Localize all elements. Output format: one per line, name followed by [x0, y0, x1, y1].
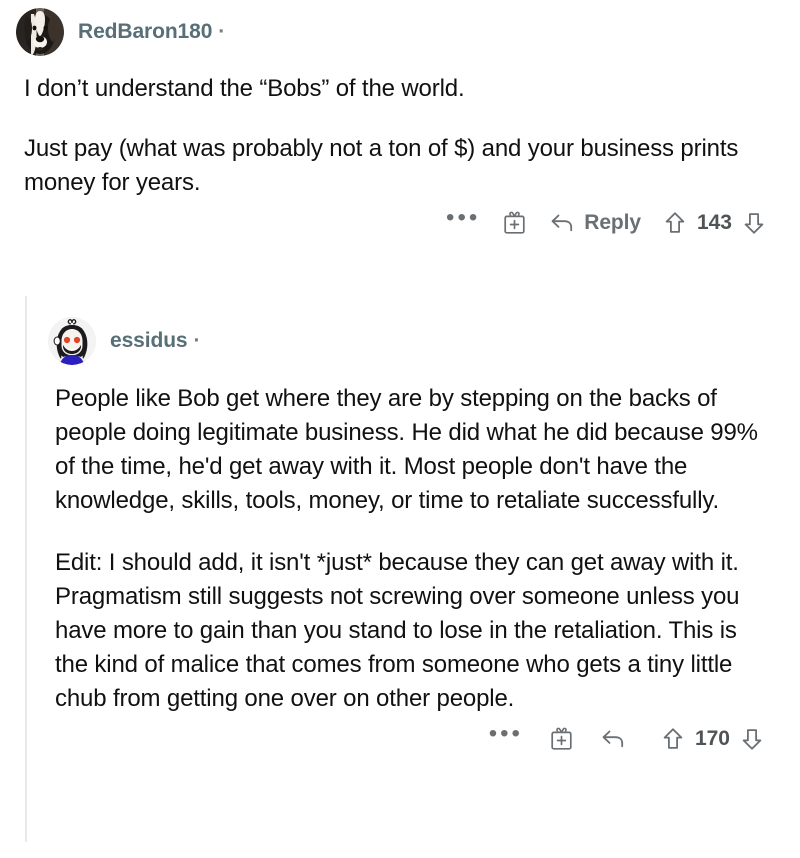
- upvote-arrow-icon[interactable]: [663, 210, 687, 236]
- reply-arrow-icon: [549, 211, 576, 235]
- root-more-options-button[interactable]: •••: [446, 204, 481, 233]
- gift-award-icon: [549, 726, 574, 752]
- comment-thread-screenshot: RedBaron180 · I don’t understand the “Bo…: [0, 0, 800, 858]
- reply-score: 170: [694, 727, 730, 750]
- reply-comment-body: People like Bob get where they are by st…: [0, 382, 800, 716]
- root-award-button[interactable]: [502, 210, 527, 236]
- downvote-arrow-icon[interactable]: [742, 210, 766, 236]
- reply-label: Reply: [584, 211, 641, 234]
- dog-photo-avatar[interactable]: [16, 8, 64, 56]
- root-meta-separator: ·: [218, 20, 226, 43]
- root-reply-button[interactable]: Reply: [549, 211, 641, 235]
- downvote-arrow-icon[interactable]: [740, 726, 764, 752]
- root-username[interactable]: RedBaron180: [78, 20, 212, 44]
- reply-username[interactable]: essidus: [110, 329, 188, 353]
- reply-action-bar: ••• 170: [0, 716, 800, 762]
- reply-comment-header: essidus ·: [0, 300, 800, 382]
- gift-award-icon: [502, 210, 527, 236]
- reply-award-button[interactable]: [549, 726, 574, 752]
- root-vote-group: 143: [663, 210, 766, 236]
- root-action-bar: ••• Reply 143: [0, 200, 800, 246]
- root-comment-body: I don’t understand the “Bobs” of the wor…: [0, 64, 800, 200]
- reply-paragraph: Edit: I should add, it isn't *just* beca…: [55, 549, 740, 712]
- reply-paragraph: People like Bob get where they are by st…: [55, 385, 758, 514]
- root-comment: RedBaron180 · I don’t understand the “Bo…: [0, 0, 800, 246]
- reply-more-options-button[interactable]: •••: [488, 720, 523, 749]
- root-paragraph: I don’t understand the “Bobs” of the wor…: [24, 75, 465, 102]
- reply-vote-group: 170: [661, 726, 764, 752]
- reply-comment: essidus · People like Bob get where they…: [0, 300, 800, 762]
- reply-arrow-icon: [600, 727, 627, 751]
- upvote-arrow-icon[interactable]: [661, 726, 685, 752]
- more-options-icon: •••: [446, 204, 481, 231]
- more-options-icon: •••: [488, 720, 523, 747]
- root-score: 143: [696, 211, 732, 234]
- snoo-bearded-avatar[interactable]: [48, 317, 96, 365]
- reply-meta-separator: ·: [193, 329, 201, 352]
- root-paragraph: Just pay (what was probably not a ton of…: [24, 135, 739, 196]
- root-comment-header: RedBaron180 ·: [0, 0, 800, 64]
- reply-reply-button[interactable]: [600, 727, 635, 751]
